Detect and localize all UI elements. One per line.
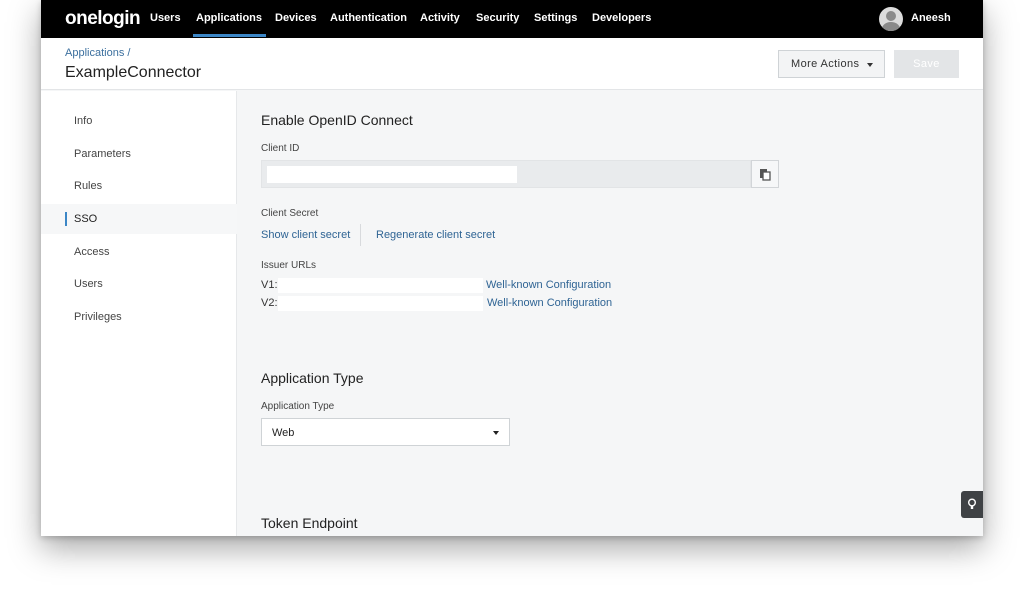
nav-users[interactable]: Users [150,12,181,24]
client-id-field[interactable] [261,160,751,188]
sidebar-item-access[interactable]: Access [41,237,237,267]
sidebar: Info Parameters Rules SSO Access Users P… [41,91,237,536]
issuer-v2-url [278,296,483,311]
sidebar-item-sso[interactable]: SSO [41,204,237,234]
sidebar-item-users[interactable]: Users [41,269,237,299]
issuer-v1-wellknown-link[interactable]: Well-known Configuration [486,279,611,291]
regenerate-client-secret-link[interactable]: Regenerate client secret [376,229,495,241]
nav-applications[interactable]: Applications [192,12,267,37]
issuer-urls-label: Issuer URLs [261,260,317,271]
issuer-v1-label: V1: [261,279,278,291]
application-type-label: Application Type [261,401,335,412]
show-client-secret-link[interactable]: Show client secret [261,229,350,241]
user-name[interactable]: Aneesh [911,12,951,24]
issuer-v2-label: V2: [261,297,278,309]
client-secret-label: Client Secret [261,208,319,219]
link-divider [360,224,361,246]
sidebar-item-privileges[interactable]: Privileges [41,302,237,332]
application-type-title: Application Type [261,370,364,386]
lightbulb-icon [967,498,976,509]
nav-security[interactable]: Security [476,12,519,24]
oidc-section-title: Enable OpenID Connect [261,112,413,128]
token-endpoint-title: Token Endpoint [261,515,358,531]
save-button[interactable]: Save [894,50,959,78]
client-id-label: Client ID [261,143,300,154]
more-actions-label: More Actions [791,58,860,70]
more-actions-button[interactable]: More Actions [778,50,885,78]
page-title: ExampleConnector [65,64,202,81]
sidebar-item-parameters[interactable]: Parameters [41,139,237,169]
application-type-value: Web [272,427,295,439]
issuer-v2-wellknown-link[interactable]: Well-known Configuration [487,297,612,309]
chevron-down-icon [493,431,499,435]
copy-button[interactable] [751,160,779,188]
top-nav: onelogin Users Applications Devices Auth… [41,0,983,38]
caret-down-icon [867,63,873,67]
nav-devices[interactable]: Devices [275,12,317,24]
nav-authentication[interactable]: Authentication [330,12,407,24]
copy-icon [760,169,771,181]
onelogin-logo[interactable]: onelogin [65,8,141,30]
nav-activity[interactable]: Activity [420,12,460,24]
page-header: Applications / ExampleConnector More Act… [41,38,983,90]
sidebar-item-rules[interactable]: Rules [41,171,237,201]
user-avatar[interactable] [879,7,903,31]
nav-settings[interactable]: Settings [534,12,577,24]
issuer-v1-url [278,278,483,293]
breadcrumb-applications[interactable]: Applications / [65,47,130,59]
main-content: Enable OpenID Connect Client ID Client S… [238,91,983,536]
app-window: onelogin Users Applications Devices Auth… [41,0,983,536]
help-button[interactable] [961,491,983,518]
client-id-value [267,166,517,183]
sidebar-item-info[interactable]: Info [41,106,237,136]
application-type-select[interactable]: Web [261,418,510,446]
nav-developers[interactable]: Developers [592,12,651,24]
